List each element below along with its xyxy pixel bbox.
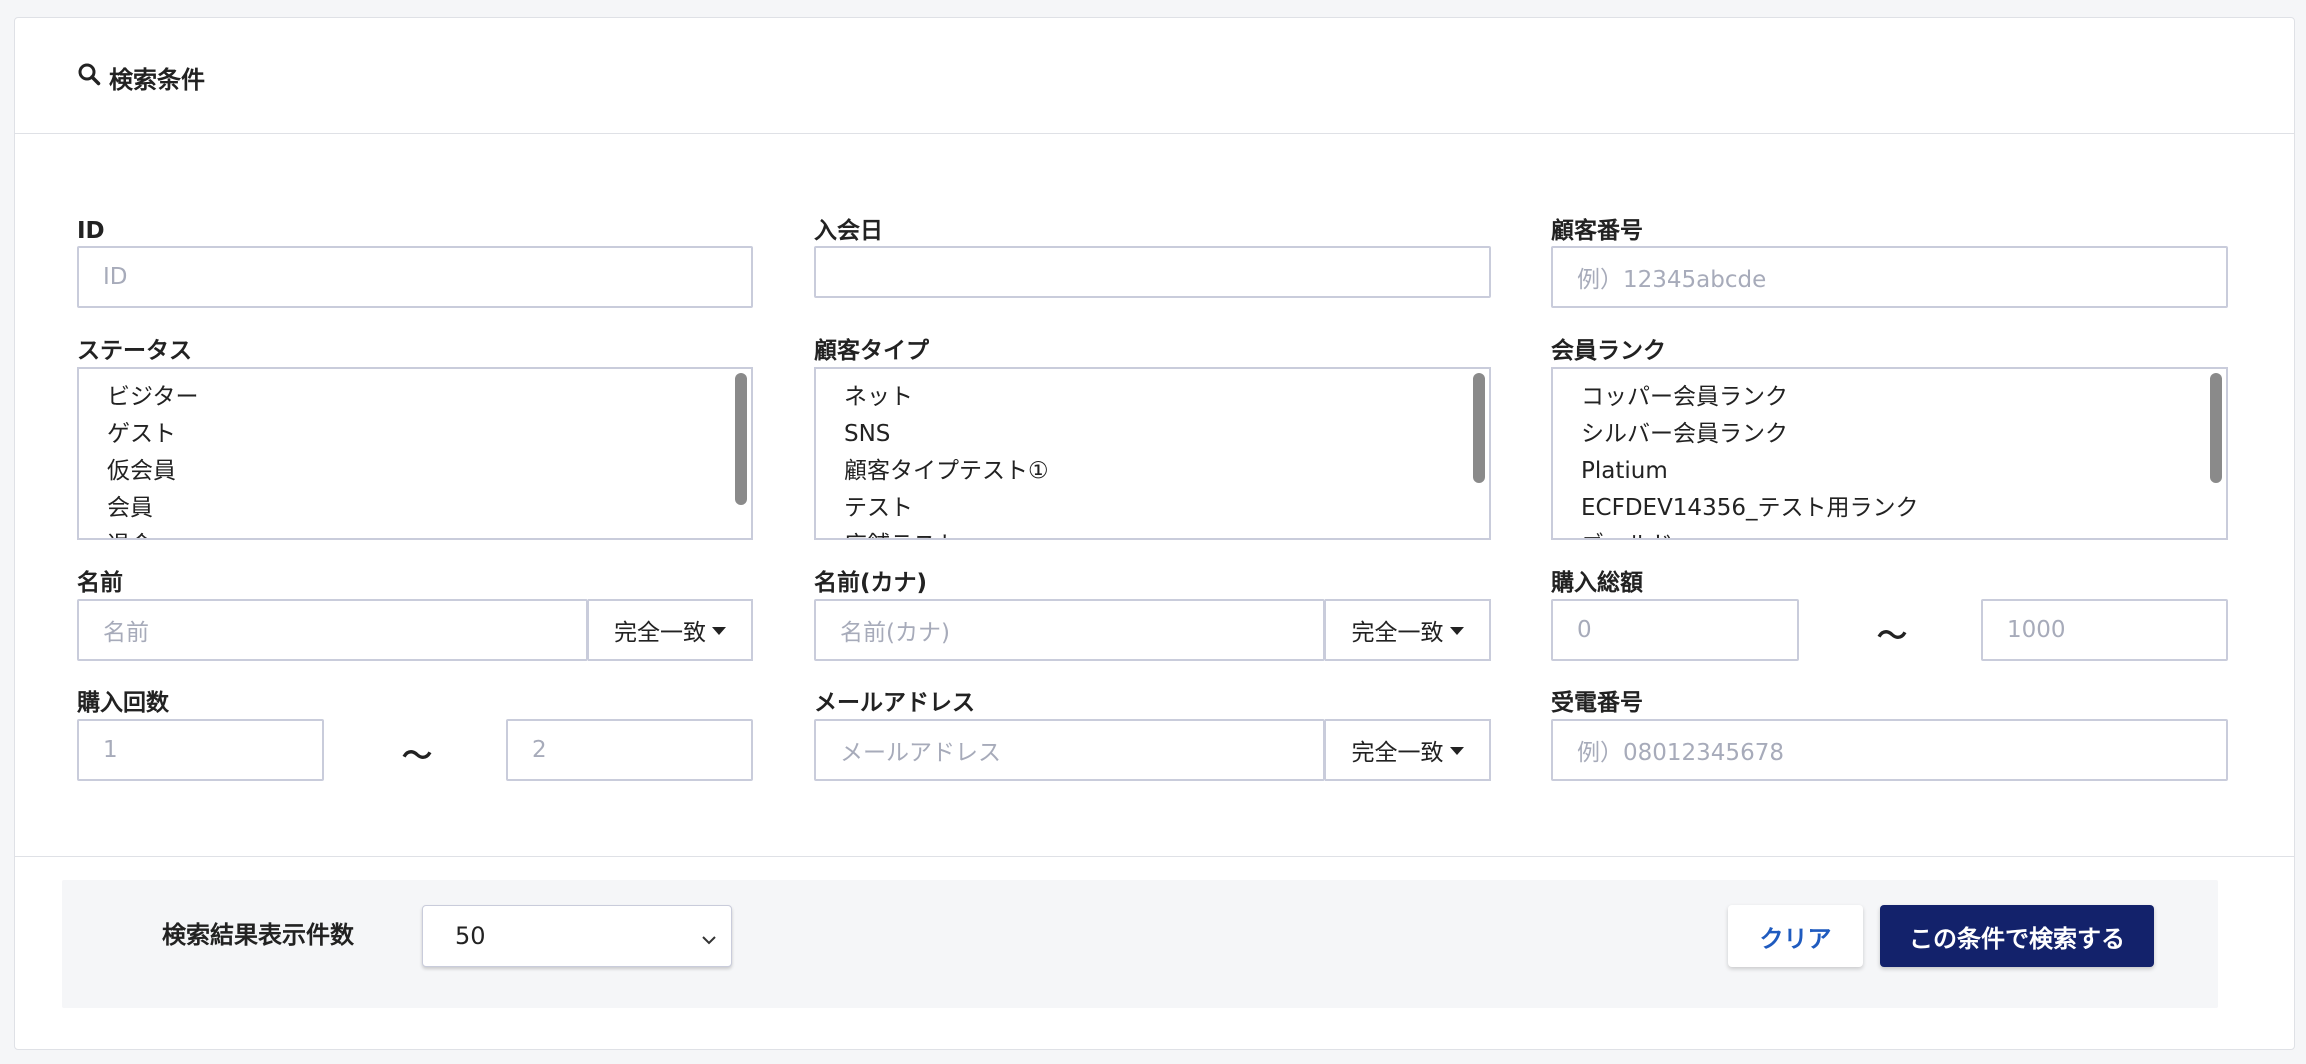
search-icon xyxy=(77,62,101,92)
member-rank-option[interactable]: Platium xyxy=(1581,453,2226,490)
phone-input[interactable]: 例）08012345678 xyxy=(1551,719,2228,781)
name-kana-match-label: 完全一致 xyxy=(1351,620,1444,646)
id-label: ID xyxy=(77,218,105,244)
status-label: ステータス xyxy=(77,338,192,364)
email-input[interactable]: メールアドレス xyxy=(814,719,1325,781)
name-match-select[interactable]: 完全一致 xyxy=(588,599,753,661)
name-kana-input[interactable]: 名前(カナ) xyxy=(814,599,1325,661)
caret-down-icon xyxy=(1449,747,1464,755)
purchase-total-label: 購入総額 xyxy=(1551,570,1643,596)
email-match-select[interactable]: 完全一致 xyxy=(1325,719,1491,781)
clear-button[interactable]: クリア xyxy=(1728,905,1863,967)
customer-number-label: 顧客番号 xyxy=(1551,218,1643,244)
email-label: メールアドレス xyxy=(814,690,975,716)
status-scrollbar[interactable] xyxy=(735,373,747,534)
email-match-label: 完全一致 xyxy=(1351,740,1444,766)
results-count-select[interactable]: 50 xyxy=(422,905,732,967)
member-rank-option[interactable]: シルバー会員ランク xyxy=(1581,416,2226,453)
member-rank-listbox[interactable]: コッパー会員ランク シルバー会員ランク Platium ECFDEV14356_… xyxy=(1551,367,2228,540)
customer-type-option[interactable]: ネット xyxy=(844,379,1489,416)
scrollbar-thumb[interactable] xyxy=(2210,373,2222,483)
customer-type-listbox[interactable]: ネット SNS 顧客タイプテスト① テスト 店舗テスト xyxy=(814,367,1491,540)
card-title: 検索条件 xyxy=(77,60,205,94)
status-listbox[interactable]: ビジター ゲスト 仮会員 会員 退会 xyxy=(77,367,753,540)
status-option[interactable]: ビジター xyxy=(107,379,751,416)
results-count-value: 50 xyxy=(455,922,486,950)
member-rank-option[interactable]: ECFDEV14356_テスト用ランク xyxy=(1581,490,2226,527)
customer-type-scrollbar[interactable] xyxy=(1473,373,1485,534)
member-rank-option[interactable]: ゴールド xyxy=(1581,527,2226,538)
customer-type-label: 顧客タイプ xyxy=(814,338,929,364)
scrollbar-thumb[interactable] xyxy=(1473,373,1485,483)
card-header: 検索条件 xyxy=(15,18,2294,134)
customer-type-option[interactable]: SNS xyxy=(844,416,1489,453)
status-option[interactable]: 退会 xyxy=(107,527,751,538)
join-date-input[interactable] xyxy=(814,246,1491,298)
purchase-total-max-input[interactable]: 1000 xyxy=(1981,599,2228,661)
member-rank-label: 会員ランク xyxy=(1551,338,1666,364)
member-rank-scrollbar[interactable] xyxy=(2210,373,2222,534)
member-rank-option[interactable]: コッパー会員ランク xyxy=(1581,379,2226,416)
footer-divider xyxy=(15,856,2294,857)
status-option[interactable]: 仮会員 xyxy=(107,453,751,490)
purchase-count-min-input[interactable]: 1 xyxy=(77,719,324,781)
chevron-down-icon xyxy=(701,926,717,945)
customer-number-input[interactable]: 例）12345abcde xyxy=(1551,246,2228,308)
status-option[interactable]: ゲスト xyxy=(107,416,751,453)
status-option[interactable]: 会員 xyxy=(107,490,751,527)
customer-type-option[interactable]: 店舗テスト xyxy=(844,527,1489,538)
range-separator: 〜 xyxy=(1877,619,1907,654)
range-separator: 〜 xyxy=(402,739,432,774)
customer-type-option[interactable]: 顧客タイプテスト① xyxy=(844,453,1489,490)
name-kana-match-select[interactable]: 完全一致 xyxy=(1325,599,1491,661)
name-match-label: 完全一致 xyxy=(614,620,706,646)
purchase-count-label: 購入回数 xyxy=(77,690,169,716)
results-count-label: 検索結果表示件数 xyxy=(162,921,354,949)
name-kana-label: 名前(カナ) xyxy=(814,570,928,596)
search-button[interactable]: この条件で検索する xyxy=(1880,905,2154,967)
scrollbar-thumb[interactable] xyxy=(735,373,747,505)
purchase-total-min-input[interactable]: 0 xyxy=(1551,599,1799,661)
id-input[interactable]: ID xyxy=(77,246,753,308)
caret-down-icon xyxy=(712,627,726,635)
caret-down-icon xyxy=(1449,627,1464,635)
join-date-label: 入会日 xyxy=(814,218,883,244)
phone-label: 受電番号 xyxy=(1551,690,1643,716)
name-label: 名前 xyxy=(77,570,123,596)
card-title-text: 検索条件 xyxy=(109,65,205,94)
customer-type-option[interactable]: テスト xyxy=(844,490,1489,527)
name-input[interactable]: 名前 xyxy=(77,599,588,661)
purchase-count-max-input[interactable]: 2 xyxy=(506,719,753,781)
